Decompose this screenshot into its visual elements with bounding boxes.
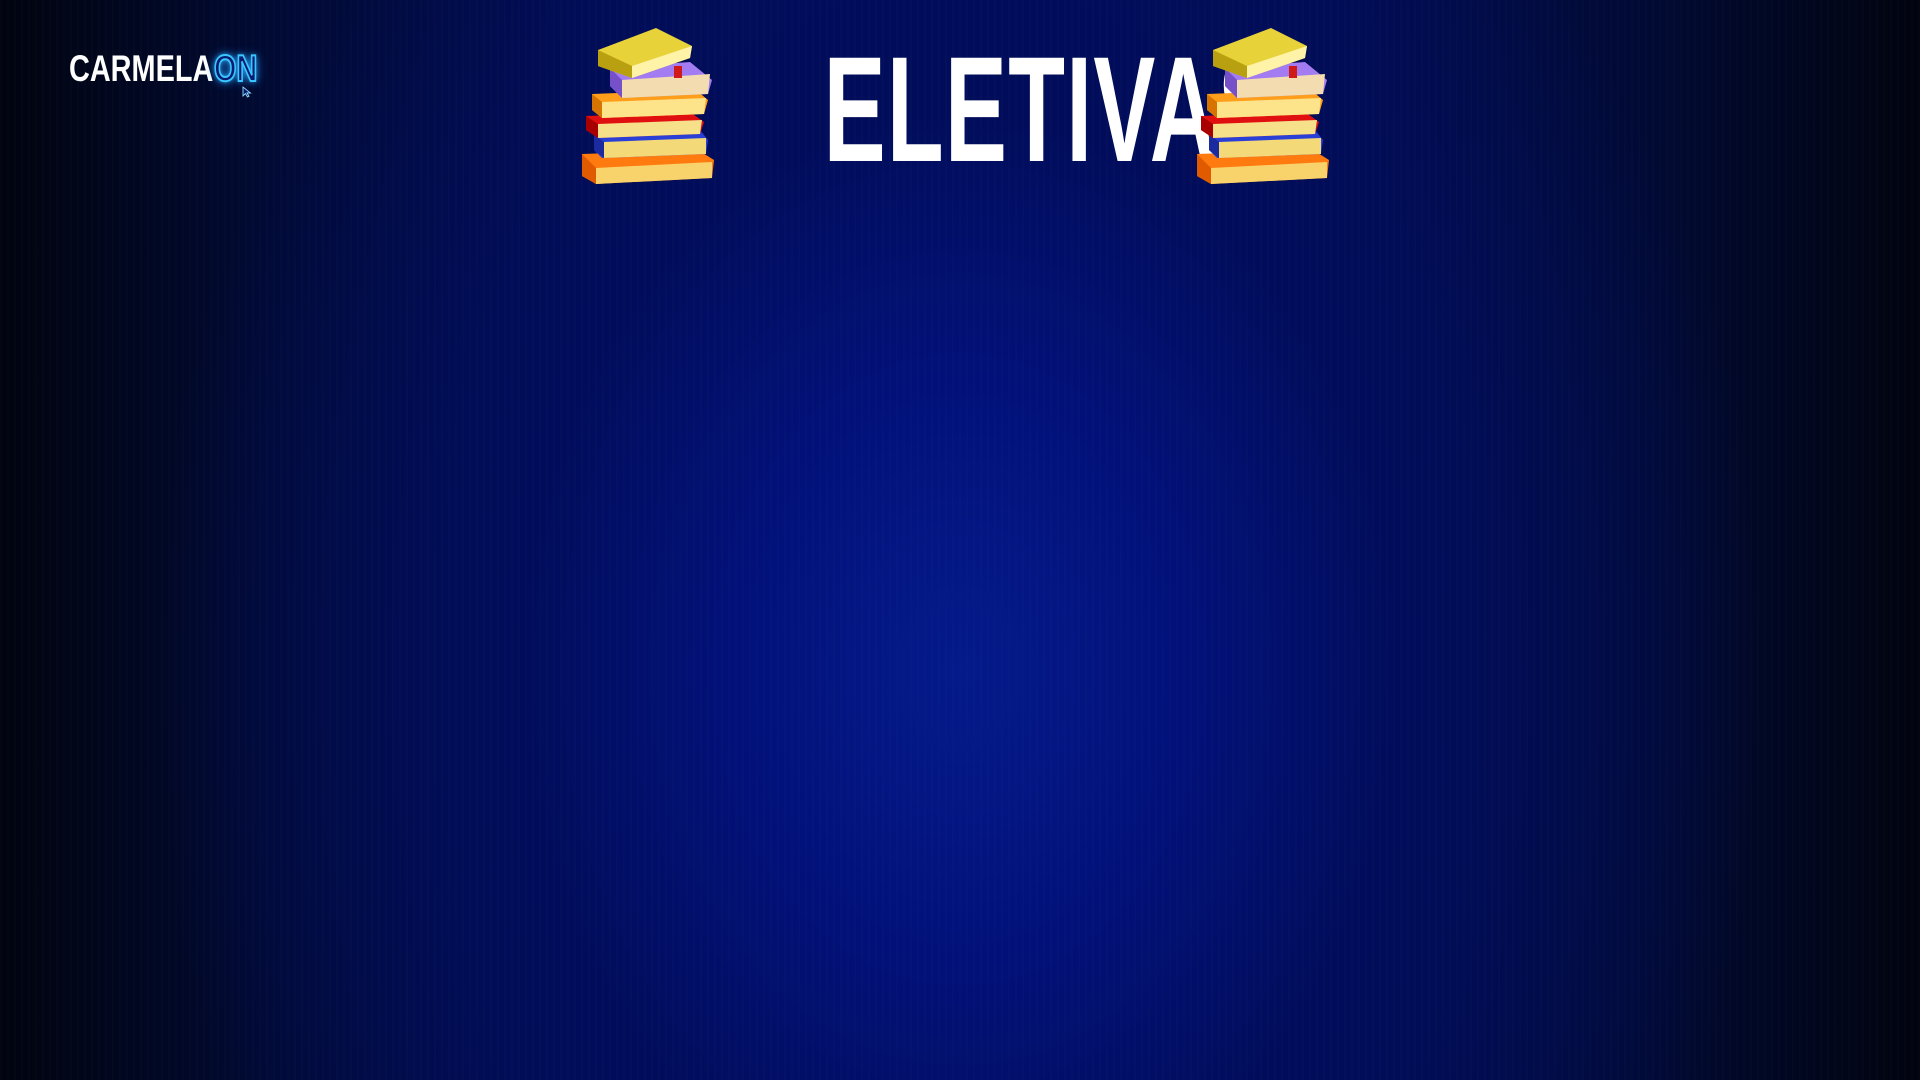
book-stack-icon: [1197, 28, 1329, 184]
book-stack-icon: [582, 28, 714, 184]
brand-logo: CARMELA ON: [69, 48, 270, 98]
page-title: ELETIVAS: [823, 25, 1282, 193]
cursor-pointer-icon: [242, 86, 252, 98]
brand-on-text: ON: [213, 48, 258, 89]
page-header: ELETIVAS: [580, 28, 1340, 188]
brand-name: CARMELA: [69, 48, 214, 89]
